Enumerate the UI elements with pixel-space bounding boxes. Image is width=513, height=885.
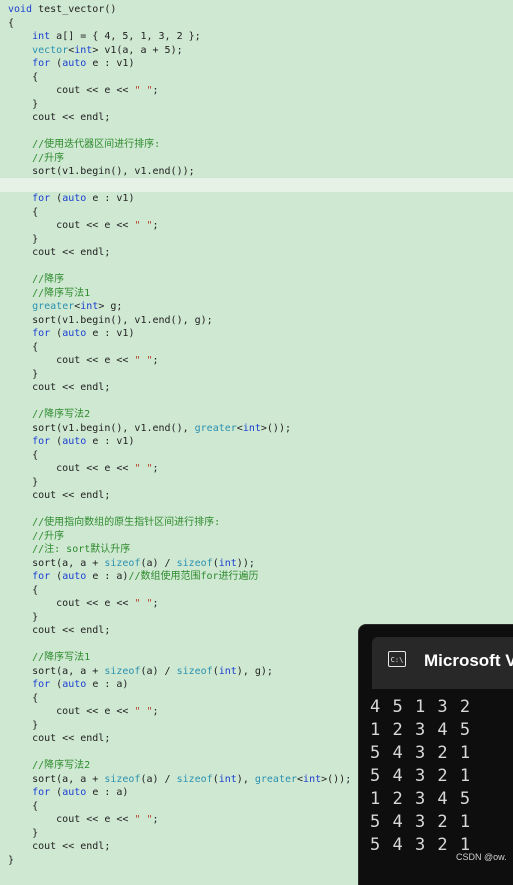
code-line: for (auto e : v1): [32, 58, 135, 69]
code-line: cout << e << " ";: [8, 463, 159, 474]
code-line: }: [8, 719, 39, 731]
console-tab[interactable]: C:\ Microsoft V: [372, 637, 513, 689]
code-line: cout << endl;: [8, 733, 111, 744]
console-output-line: 5 4 3 2 1: [370, 743, 472, 763]
console-output-line: 5 4 3 2 1: [370, 766, 472, 786]
code-line: cout << e << " ";: [8, 85, 159, 96]
code-line: for (auto e : a): [32, 787, 129, 798]
code-line: //使用指向数组的原生指针区间进行排序:: [32, 517, 221, 528]
code-line: {: [8, 692, 39, 704]
code-line: sort(v1.begin(), v1.end(), greater<int>(…: [8, 422, 291, 434]
code-line: vector<int> v1(a, a + 5);: [32, 44, 183, 56]
code-line: }: [8, 98, 39, 110]
code-line: {: [8, 71, 39, 83]
code-line: }: [8, 827, 39, 839]
console-title: Microsoft V: [424, 651, 513, 670]
code-line: for (auto e : a)//数组使用范围for进行遍历: [32, 571, 259, 582]
code-line: void test_vector(): [8, 4, 117, 15]
code-line: cout << e << " ";: [8, 355, 159, 366]
code-line: cout << endl;: [8, 112, 111, 123]
code-line: {: [8, 800, 39, 812]
code-line: {: [8, 449, 39, 461]
code-line: }: [8, 233, 39, 245]
code-line: }: [8, 368, 39, 380]
code-line: cout << endl;: [8, 247, 111, 258]
code-line: //注: sort默认升序: [32, 544, 131, 555]
code-line: //使用迭代器区间进行排序:: [32, 139, 161, 150]
code-line: }: [8, 476, 39, 488]
code-line: {: [8, 341, 39, 353]
code-line: {: [8, 584, 39, 596]
code-line: sort(a, a + sizeof(a) / sizeof(int), g);: [8, 665, 273, 677]
code-line: greater<int> g;: [32, 301, 123, 312]
code-line: {: [8, 206, 39, 218]
console-output-line: 5 4 3 2 1: [370, 812, 472, 832]
console-output-line: 1 2 3 4 5: [370, 789, 472, 809]
code-line: //降序写法2: [32, 409, 91, 420]
code-line: //降序写法2: [32, 760, 91, 771]
code-line: sort(a, a + sizeof(a) / sizeof(int));: [8, 557, 255, 569]
code-line: sort(v1.begin(), v1.end(), g);: [8, 314, 213, 326]
console-output-line: 1 2 3 4 5: [370, 720, 472, 740]
code-line: for (auto e : v1): [32, 328, 135, 339]
code-line: cout << endl;: [8, 382, 111, 393]
code-line: //降序写法1: [32, 287, 91, 299]
watermark: CSDN @ow.: [456, 852, 507, 862]
code-line: cout << e << " ";: [8, 814, 159, 825]
code-line: //降序写法1: [32, 652, 91, 663]
code-line: }: [8, 611, 39, 623]
code-line: cout << e << " ";: [8, 598, 159, 609]
code-line: cout << e << " ";: [8, 706, 159, 717]
code-line: }: [8, 854, 15, 866]
code-line: int a[] = { 4, 5, 1, 3, 2 };: [32, 31, 201, 42]
code-line: cout << endl;: [8, 490, 111, 501]
code-line: for (auto e : a): [32, 679, 129, 690]
code-line: //升序: [32, 530, 65, 542]
code-line: for (auto e : v1): [32, 436, 135, 447]
code-line: for (auto e : v1): [32, 193, 135, 204]
code-line: cout << endl;: [8, 625, 111, 636]
current-line-highlight: [0, 178, 513, 192]
code-line: sort(a, a + sizeof(a) / sizeof(int), gre…: [8, 773, 352, 785]
code-line: {: [8, 17, 15, 29]
console-output-line: 4 5 1 3 2: [370, 697, 472, 717]
code-line: cout << e << " ";: [8, 220, 159, 231]
code-line: //升序: [32, 152, 65, 164]
code-line: sort(v1.begin(), v1.end());: [8, 166, 195, 177]
console-window[interactable]: C:\ Microsoft V 4 5 1 3 2 1 2 3 4 5 5 4 …: [358, 624, 513, 885]
code-line: //降序: [32, 274, 65, 285]
terminal-icon: C:\: [388, 651, 406, 667]
code-line: cout << endl;: [8, 841, 111, 852]
